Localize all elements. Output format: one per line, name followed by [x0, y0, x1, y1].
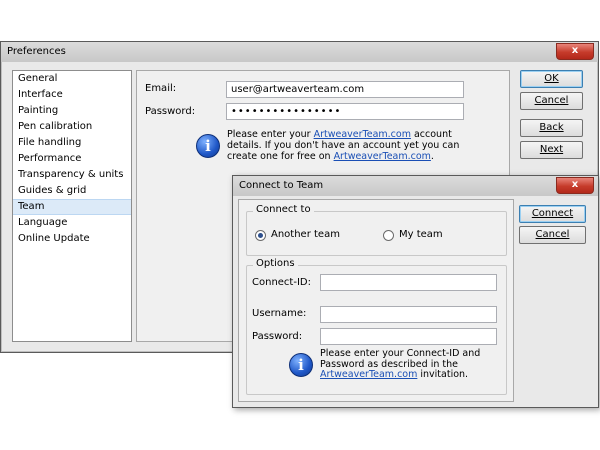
- username-label: Username:: [252, 308, 307, 319]
- cancel-button[interactable]: Cancel: [520, 92, 583, 110]
- preferences-titlebar[interactable]: Preferences x: [1, 42, 598, 62]
- category-item-general[interactable]: General: [13, 71, 131, 87]
- password-label: Password:: [145, 106, 196, 117]
- connect-to-team-dialog: Connect to Team x Connect to Another tea…: [232, 175, 599, 408]
- connect-info-part-1: Please enter your Connect-ID and Passwor…: [320, 348, 481, 370]
- my-team-radio[interactable]: [383, 230, 394, 241]
- artweaverteam-link-1[interactable]: ArtweaverTeam.com: [314, 129, 411, 140]
- connect-to-legend: Connect to: [253, 204, 314, 215]
- info-icon: i: [196, 134, 220, 158]
- category-item-performance[interactable]: Performance: [13, 151, 131, 167]
- dialog-password-field[interactable]: [320, 328, 497, 345]
- my-team-label[interactable]: My team: [399, 229, 443, 240]
- category-item-online-update[interactable]: Online Update: [13, 231, 131, 247]
- category-item-pen-calibration[interactable]: Pen calibration: [13, 119, 131, 135]
- artweaverteam-link[interactable]: ArtweaverTeam.com: [320, 369, 417, 380]
- category-list[interactable]: General Interface Painting Pen calibrati…: [12, 70, 132, 342]
- ok-button[interactable]: OK: [520, 70, 583, 88]
- password-field[interactable]: ••••••••••••••••: [226, 103, 464, 120]
- artweaverteam-link-2[interactable]: ArtweaverTeam.com: [334, 151, 431, 162]
- dialog-cancel-button[interactable]: Cancel: [519, 226, 586, 244]
- category-item-painting[interactable]: Painting: [13, 103, 131, 119]
- connect-id-field[interactable]: [320, 274, 497, 291]
- account-info-text: Please enter your ArtweaverTeam.com acco…: [227, 129, 467, 162]
- options-group: Options Connect-ID: Username: Password: …: [246, 258, 507, 395]
- info-text-part-3: .: [430, 151, 434, 162]
- next-button[interactable]: Next: [520, 141, 583, 159]
- email-field[interactable]: user@artweaverteam.com: [226, 81, 464, 98]
- category-item-language[interactable]: Language: [13, 215, 131, 231]
- info-text-part-1: Please enter your: [227, 129, 314, 140]
- email-label: Email:: [145, 83, 177, 94]
- ok-button-label: OK: [544, 73, 559, 84]
- next-button-label: Next: [539, 144, 564, 155]
- info-icon: i: [289, 353, 313, 377]
- dialog-cancel-button-label: Cancel: [535, 229, 570, 240]
- connect-info-part-2: invitation.: [417, 369, 469, 380]
- connect-dialog-titlebar[interactable]: Connect to Team x: [233, 176, 598, 196]
- another-team-radio[interactable]: [255, 230, 266, 241]
- category-item-team[interactable]: Team: [13, 199, 131, 215]
- back-button-label: Back: [539, 122, 564, 133]
- username-field[interactable]: [320, 306, 497, 323]
- another-team-label[interactable]: Another team: [271, 229, 340, 240]
- close-icon: x: [571, 179, 579, 190]
- connect-to-group: Connect to Another team My team: [246, 204, 507, 256]
- window-title: Preferences: [7, 46, 66, 57]
- options-legend: Options: [253, 258, 298, 269]
- connect-id-label: Connect-ID:: [252, 277, 311, 288]
- dialog-close-button[interactable]: x: [556, 177, 594, 194]
- close-button[interactable]: x: [556, 43, 594, 60]
- connect-info-text: Please enter your Connect-ID and Passwor…: [320, 348, 502, 381]
- category-item-file-handling[interactable]: File handling: [13, 135, 131, 151]
- connect-button-label: Connect: [531, 208, 574, 219]
- connect-button[interactable]: Connect: [519, 205, 586, 223]
- cancel-button-label: Cancel: [534, 95, 569, 106]
- close-icon: x: [571, 45, 579, 56]
- category-item-guides-grid[interactable]: Guides & grid: [13, 183, 131, 199]
- connect-dialog-body: Connect to Another team My team Options …: [238, 199, 514, 402]
- category-item-interface[interactable]: Interface: [13, 87, 131, 103]
- dialog-title: Connect to Team: [239, 180, 324, 191]
- back-button[interactable]: Back: [520, 119, 583, 137]
- category-item-transparency-units[interactable]: Transparency & units: [13, 167, 131, 183]
- dialog-password-label: Password:: [252, 331, 303, 342]
